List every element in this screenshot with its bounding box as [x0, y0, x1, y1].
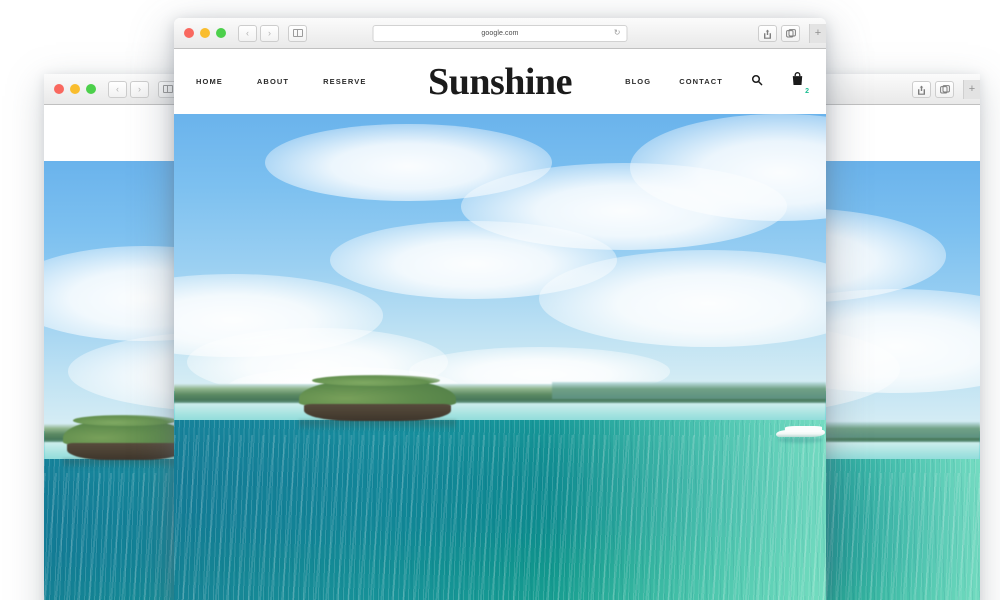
url-text: google.com — [481, 29, 519, 37]
horizon-far-island — [803, 422, 980, 439]
nav-contact[interactable]: CONTACT — [679, 77, 723, 86]
nav-links-left: HOME ABOUT RESERVE — [196, 77, 367, 86]
foreground-browser-window[interactable]: ‹ › google.com ↻ + HOME ABOUT RESERVE Su… — [174, 18, 826, 600]
island-reflection — [63, 458, 188, 470]
boat-cabin — [784, 425, 823, 432]
water-ripples-secondary — [174, 434, 826, 600]
island-reflection — [299, 419, 456, 431]
nav-links-right: BLOG CONTACT 2 — [625, 72, 809, 95]
close-button[interactable] — [184, 28, 194, 38]
chrome-right-buttons: + — [912, 74, 980, 105]
browser-chrome: ‹ › google.com ↻ + — [174, 18, 826, 49]
tabs-overview-icon[interactable] — [781, 25, 800, 42]
back-button[interactable]: ‹ — [108, 80, 127, 98]
nav-about[interactable]: ABOUT — [257, 77, 289, 86]
search-icon[interactable] — [751, 73, 763, 91]
island — [299, 375, 456, 431]
close-button[interactable] — [54, 84, 64, 94]
zoom-button[interactable] — [216, 28, 226, 38]
new-tab-button[interactable]: + — [809, 24, 826, 43]
nav-blog[interactable]: BLOG — [625, 77, 651, 86]
address-bar[interactable]: google.com ↻ — [372, 24, 628, 42]
horizon-far-island — [552, 382, 826, 399]
zoom-button[interactable] — [86, 84, 96, 94]
boat-shadow — [777, 436, 824, 443]
island — [63, 414, 188, 470]
share-icon[interactable] — [912, 81, 931, 98]
screenshot-stage: ‹ › + ‹ › google.com ↻ + HOME ABOUT RESE… — [0, 0, 1000, 600]
traffic-lights-left[interactable] — [54, 84, 96, 94]
nav-reserve[interactable]: RESERVE — [323, 77, 366, 86]
cart-count-badge: 2 — [805, 88, 809, 95]
photo — [174, 114, 826, 600]
minimize-button[interactable] — [200, 28, 210, 38]
forward-button[interactable]: › — [260, 24, 279, 42]
traffic-lights[interactable] — [184, 28, 226, 38]
chrome-right-buttons: + — [758, 18, 826, 49]
back-button[interactable]: ‹ — [238, 24, 257, 42]
site-logo[interactable]: Sunshine — [428, 60, 572, 104]
sidebar-icon[interactable] — [288, 24, 307, 42]
history-nav-left[interactable]: ‹ › — [108, 80, 149, 98]
site-navigation: HOME ABOUT RESERVE Sunshine BLOG CONTACT — [174, 49, 826, 114]
share-icon[interactable] — [758, 25, 777, 42]
reload-icon[interactable]: ↻ — [614, 29, 621, 37]
hero-image — [174, 114, 826, 600]
nav-home[interactable]: HOME — [196, 77, 223, 86]
island-canopy — [299, 375, 456, 407]
island-rock-base — [66, 442, 185, 460]
forward-button[interactable]: › — [130, 80, 149, 98]
boat — [775, 425, 826, 443]
island-rock-base — [303, 403, 451, 422]
shopping-bag-icon[interactable]: 2 — [791, 72, 809, 95]
history-nav[interactable]: ‹ › — [238, 24, 279, 42]
new-tab-button[interactable]: + — [963, 80, 980, 99]
minimize-button[interactable] — [70, 84, 80, 94]
tabs-overview-icon[interactable] — [935, 81, 954, 98]
